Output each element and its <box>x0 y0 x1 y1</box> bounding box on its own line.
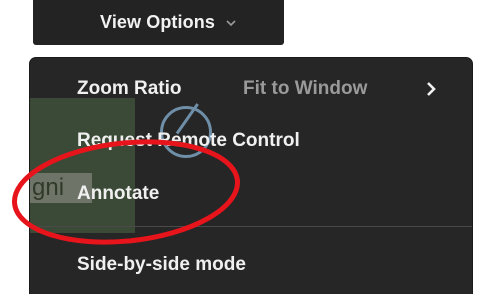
menu-item-label: Zoom Ratio <box>77 78 182 99</box>
menu-item-zoom-ratio[interactable]: Zoom Ratio Fit to Window <box>30 69 472 109</box>
menu-divider <box>30 226 472 227</box>
menu-item-label: Annotate <box>77 183 160 204</box>
menu-item-side-by-side-mode[interactable]: Side-by-side mode <box>30 245 472 285</box>
view-options-menu: gni Zoom Ratio Fit to Window Request Rem… <box>30 58 472 294</box>
view-options-label: View Options <box>100 12 215 32</box>
zoom-ratio-value: Fit to Window <box>243 78 368 99</box>
chevron-down-icon <box>225 17 237 29</box>
menu-item-request-remote-control[interactable]: Request Remote Control <box>30 121 472 161</box>
view-options-button[interactable]: View Options <box>33 0 284 45</box>
chevron-right-icon <box>427 82 436 96</box>
menu-item-label: Side-by-side mode <box>77 254 246 275</box>
menu-item-annotate[interactable]: Annotate <box>30 174 472 214</box>
menu-item-label: Request Remote Control <box>77 130 300 151</box>
